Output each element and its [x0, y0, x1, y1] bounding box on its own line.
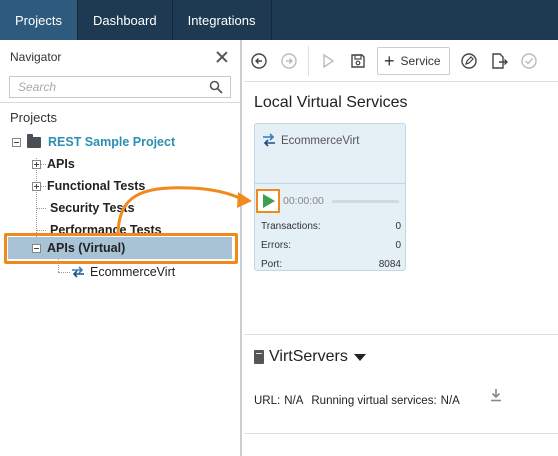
card-timer: 00:00:00	[283, 195, 324, 207]
play-icon	[263, 194, 275, 208]
tree-item-label: APIs	[47, 157, 75, 171]
close-icon[interactable]	[214, 49, 230, 65]
project-label: REST Sample Project	[48, 135, 176, 149]
main-content: Local Virtual Services EcommerceVirt 00:…	[244, 82, 558, 456]
save-icon	[351, 53, 365, 68]
highlight-box	[4, 233, 238, 264]
card-service-name: EcommerceVirt	[281, 135, 360, 147]
start-service-button[interactable]	[256, 189, 280, 213]
expand-icon[interactable]	[32, 159, 41, 169]
forward-button[interactable]	[274, 46, 304, 76]
tree-item-label: EcommerceVirt	[90, 265, 176, 279]
pencil-icon	[460, 52, 477, 69]
tree-item-label: Functional Tests	[47, 179, 146, 193]
plus-icon: +	[384, 50, 395, 71]
tree-item-apis[interactable]: APIs	[32, 154, 75, 174]
port-stat: Port: 8084	[261, 259, 401, 270]
tree-root-label: Projects	[10, 110, 57, 125]
navigator-header: Navigator	[0, 40, 240, 74]
url-value: N/A	[284, 395, 304, 407]
tree-connector	[58, 272, 70, 273]
virtual-service-card[interactable]: EcommerceVirt 00:00:00 Transactions: 0 E…	[254, 123, 406, 271]
transactions-value: 0	[395, 221, 401, 232]
toolbar: + Service	[244, 40, 558, 82]
url-label: URL:	[254, 395, 281, 407]
download-icon[interactable]	[490, 388, 502, 402]
errors-stat: Errors: 0	[261, 240, 401, 251]
folder-icon	[27, 133, 41, 148]
virtservers-info: URL: N/A Running virtual services: N/A	[254, 395, 464, 407]
tab-projects[interactable]: Projects	[0, 0, 78, 40]
tree-connector	[36, 230, 46, 231]
running-label: Running virtual services:	[311, 395, 437, 407]
back-icon	[251, 52, 267, 69]
export-icon	[491, 52, 508, 69]
check-button[interactable]	[514, 46, 544, 76]
card-divider	[255, 183, 405, 184]
server-icon	[254, 350, 264, 364]
tree-item-ecommercevirt[interactable]: EcommerceVirt	[70, 262, 175, 282]
tree-connector	[36, 208, 46, 209]
virtservers-title[interactable]: VirtServers	[254, 348, 366, 366]
tree-item-label: Security Tests	[50, 201, 135, 215]
collapse-icon[interactable]	[12, 137, 21, 147]
virtual-service-icon	[263, 133, 275, 147]
search-box	[9, 76, 231, 98]
edit-button[interactable]	[454, 46, 484, 76]
port-value: 8084	[378, 259, 401, 270]
expand-icon[interactable]	[32, 181, 41, 191]
navigator-panel: Navigator Projects REST Sample Project A…	[0, 40, 242, 456]
errors-value: 0	[395, 240, 401, 251]
toolbar-separator	[308, 45, 309, 76]
navigator-divider	[0, 102, 240, 103]
check-icon	[520, 52, 537, 69]
tree-item-functional-tests[interactable]: Functional Tests	[32, 176, 145, 196]
search-icon[interactable]	[209, 80, 223, 94]
transactions-stat: Transactions: 0	[261, 221, 401, 232]
port-label: Port:	[261, 259, 283, 270]
play-outline-icon	[323, 53, 335, 68]
virtual-service-icon	[72, 266, 84, 278]
tab-integrations[interactable]: Integrations	[173, 0, 272, 40]
bottom-divider	[244, 433, 558, 434]
section-title: Local Virtual Services	[254, 94, 408, 111]
tree-item-security-tests[interactable]: Security Tests	[50, 198, 135, 218]
virtservers-label: VirtServers	[269, 348, 348, 365]
service-button-label: Service	[400, 53, 441, 68]
card-progress-bar	[332, 200, 399, 203]
section-divider	[244, 334, 558, 335]
errors-label: Errors:	[261, 240, 291, 251]
caret-down-icon[interactable]	[353, 353, 366, 361]
add-service-button[interactable]: + Service	[377, 46, 450, 75]
tab-dashboard[interactable]: Dashboard	[78, 0, 173, 40]
export-button[interactable]	[484, 46, 514, 76]
back-button[interactable]	[244, 46, 274, 76]
save-button[interactable]	[343, 46, 373, 76]
search-input[interactable]	[10, 77, 200, 97]
run-button[interactable]	[313, 46, 343, 76]
transactions-label: Transactions:	[261, 221, 321, 232]
top-nav: Projects Dashboard Integrations	[0, 0, 558, 40]
navigator-title: Navigator	[10, 50, 62, 64]
running-value: N/A	[440, 395, 460, 407]
tree-item-project[interactable]: REST Sample Project	[12, 132, 175, 152]
forward-icon	[281, 52, 297, 69]
